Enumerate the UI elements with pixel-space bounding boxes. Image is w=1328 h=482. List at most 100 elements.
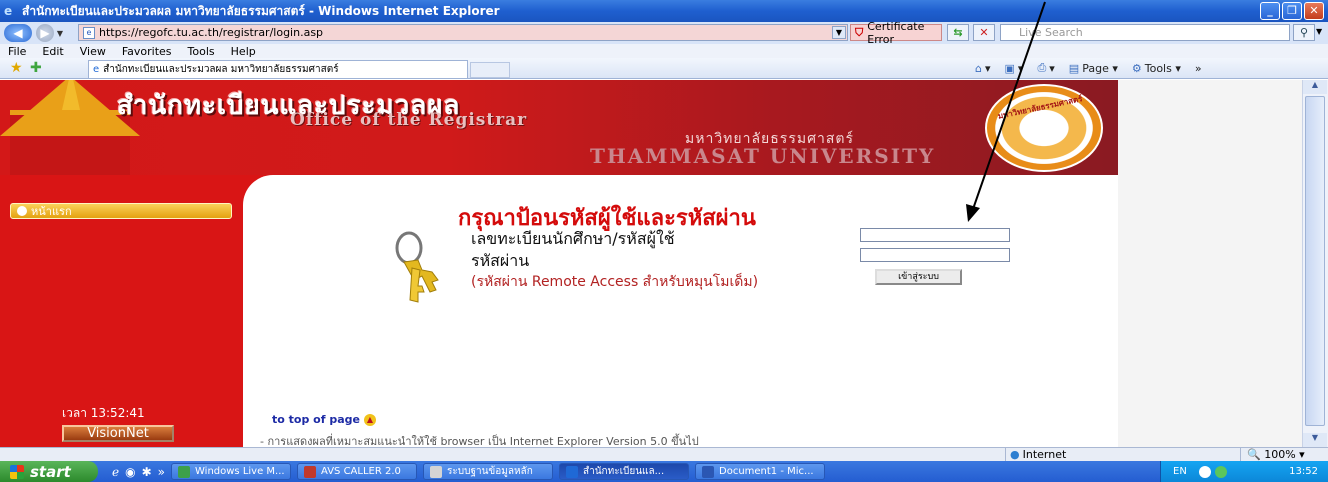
word-icon xyxy=(702,465,714,478)
page-menu-label: Page xyxy=(1082,61,1109,75)
scroll-down-button[interactable]: ▼ xyxy=(1303,433,1327,447)
remote-access-note: (รหัสผ่าน Remote Access สำหรับหมุนโมเด็ม… xyxy=(471,274,759,290)
header-title-english: Office of the Registrar xyxy=(290,110,528,130)
vertical-scrollbar[interactable]: ▲ ▼ xyxy=(1302,80,1328,447)
refresh-button[interactable]: ⇆ xyxy=(947,24,969,41)
seal-text: มหาวิทยาลัยธรรมศาสตร์ xyxy=(997,94,1084,121)
page-icon: e xyxy=(83,26,95,39)
tab-label: สำนักทะเบียนและประมวลผล มหาวิทยาลัยธรรมศ… xyxy=(103,64,339,75)
address-field[interactable]: e https://regofc.tu.ac.th/registrar/logi… xyxy=(78,24,848,41)
messenger-icon xyxy=(178,465,190,478)
shield-icon: ⛉ xyxy=(855,25,864,39)
taskbar-item-label: สำนักทะเบียนแล... xyxy=(583,466,665,477)
window-title: สำนักทะเบียนและประมวลผล มหาวิทยาลัยธรรมศ… xyxy=(22,3,500,18)
zoom-icon: 🔍 xyxy=(1247,448,1261,461)
scroll-up-button[interactable]: ▲ xyxy=(1303,80,1327,94)
address-toolbar: ◀ ▶ ▼ e https://regofc.tu.ac.th/registra… xyxy=(0,20,1328,46)
feeds-button[interactable]: ▣ ▾ xyxy=(1005,62,1024,75)
menu-file[interactable]: File xyxy=(0,45,34,58)
tools-menu-button[interactable]: ⚙ Tools ▾ xyxy=(1132,62,1181,75)
certificate-error-label: Certificate Error xyxy=(867,19,925,46)
page-icon: ▤ xyxy=(1068,61,1080,75)
taskbar-item-label: AVS CALLER 2.0 xyxy=(321,466,401,477)
security-zone[interactable]: ● Internet xyxy=(1005,448,1145,461)
menu-help[interactable]: Help xyxy=(223,45,264,58)
back-button[interactable]: ◀ xyxy=(4,24,32,42)
password-input[interactable] xyxy=(860,248,1010,262)
tab-current[interactable]: e สำนักทะเบียนและประมวลผล มหาวิทยาลัยธรร… xyxy=(88,60,468,78)
keys-icon xyxy=(395,231,439,303)
menu-tools[interactable]: Tools xyxy=(180,45,223,58)
tab-bar: ★ ✚ e สำนักทะเบียนและประมวลผล มหาวิทยาลั… xyxy=(0,58,1328,79)
language-indicator[interactable]: EN xyxy=(1173,466,1187,477)
taskbar-item-database[interactable]: ระบบฐานข้อมูลหลัก xyxy=(423,463,553,480)
start-button[interactable]: start xyxy=(0,461,98,482)
home-button[interactable]: ⌂ ▾ xyxy=(975,62,991,75)
menu-favorites[interactable]: Favorites xyxy=(114,45,180,58)
to-top-link[interactable]: to top of page ▲ xyxy=(272,413,376,426)
print-button[interactable]: ⎙ ▾ xyxy=(1037,61,1054,75)
login-button[interactable]: เข้าสู่ระบบ xyxy=(875,269,962,285)
ie-icon xyxy=(566,465,578,478)
zoom-level[interactable]: 🔍 100% ▾ xyxy=(1240,448,1328,461)
browser-recommendation-note: - การแสดงผลที่เหมาะสมแนะนำให้ใช้ browser… xyxy=(260,435,699,447)
search-button[interactable]: ⚲ xyxy=(1293,24,1315,41)
recent-pages-dropdown[interactable]: ▼ xyxy=(54,29,66,38)
system-tray: EN 13:52 xyxy=(1160,461,1328,482)
home-link-button[interactable]: หน้าแรก xyxy=(10,203,232,219)
menu-edit[interactable]: Edit xyxy=(34,45,71,58)
gear-icon: ⚙ xyxy=(1131,61,1142,75)
restore-button[interactable]: ❐ xyxy=(1282,2,1302,20)
search-options-dropdown[interactable]: ▼ xyxy=(1316,24,1326,41)
ie-quicklaunch-icon[interactable]: ℯ xyxy=(112,465,119,479)
status-bar: ● Internet 🔍 100% ▾ xyxy=(0,447,1328,461)
stop-button[interactable]: ✕ xyxy=(973,24,995,41)
page-menu-button[interactable]: ▤ Page ▾ xyxy=(1069,62,1118,75)
taskbar-item-word-document[interactable]: Document1 - Mic... xyxy=(695,463,825,480)
taskbar-item-live-messenger[interactable]: Windows Live M... xyxy=(171,463,291,480)
toolbar-overflow-button[interactable]: » xyxy=(1195,62,1202,75)
print-icon: ⎙ xyxy=(1037,61,1047,74)
bullet-icon xyxy=(17,206,27,216)
scroll-thumb[interactable] xyxy=(1305,96,1325,426)
quicklaunch-overflow-icon[interactable]: » xyxy=(158,465,165,479)
close-button[interactable]: ✕ xyxy=(1304,2,1324,20)
media-quicklaunch-icon[interactable]: ◉ xyxy=(125,465,135,479)
favorites-star-icon[interactable]: ★ xyxy=(10,60,23,76)
home-icon: ⌂ xyxy=(975,61,982,75)
certificate-error-button[interactable]: ⛉ Certificate Error xyxy=(850,20,942,46)
globe-icon: ● xyxy=(1010,448,1020,461)
new-tab-button[interactable] xyxy=(470,62,510,78)
security-zone-label: Internet xyxy=(1022,448,1067,461)
database-icon xyxy=(430,465,442,478)
menu-view[interactable]: View xyxy=(72,45,114,58)
windows-logo-icon xyxy=(10,464,24,479)
taskbar-item-registrar[interactable]: สำนักทะเบียนแล... xyxy=(559,463,689,480)
window-controls: _ ❐ ✕ xyxy=(1260,2,1324,20)
site-header: สำนักทะเบียนและประมวลผล Office of the Re… xyxy=(0,80,1118,175)
page-viewport: สำนักทะเบียนและประมวลผล Office of the Re… xyxy=(0,80,1302,447)
network-icon[interactable] xyxy=(1198,465,1211,478)
zoom-value: 100% xyxy=(1264,448,1296,461)
visionnet-button[interactable]: VisionNet xyxy=(62,425,174,442)
tray-clock: 13:52 xyxy=(1289,466,1318,477)
taskbar-item-label: Document1 - Mic... xyxy=(719,466,814,477)
add-favorites-icon[interactable]: ✚ xyxy=(30,60,42,76)
taskbar-item-avs-caller[interactable]: AVS CALLER 2.0 xyxy=(297,463,417,480)
right-margin xyxy=(1118,80,1302,447)
minimize-button[interactable]: _ xyxy=(1260,2,1280,20)
university-seal-logo: มหาวิทยาลัยธรรมศาสตร์ xyxy=(985,84,1103,172)
address-dropdown[interactable]: ▼ xyxy=(832,26,846,39)
address-url: https://regofc.tu.ac.th/registrar/login.… xyxy=(99,26,324,39)
command-bar: ⌂ ▾ ▣ ▾ ⎙ ▾ ▤ Page ▾ ⚙ Tools ▾ » xyxy=(975,61,1202,75)
clock-display: เวลา 13:52:41 xyxy=(62,406,145,420)
tools-menu-label: Tools xyxy=(1144,61,1172,75)
security-icon[interactable] xyxy=(1214,465,1227,478)
search-input[interactable]: Live Search xyxy=(1000,24,1290,41)
app-quicklaunch-icon[interactable]: ✱ xyxy=(142,465,152,479)
forward-button[interactable]: ▶ xyxy=(36,24,54,42)
window-title-bar: e สำนักทะเบียนและประมวลผล มหาวิทยาลัยธรร… xyxy=(0,0,1328,22)
username-input[interactable] xyxy=(860,228,1010,242)
start-label: start xyxy=(30,462,71,481)
internet-explorer-icon: e xyxy=(4,4,13,18)
